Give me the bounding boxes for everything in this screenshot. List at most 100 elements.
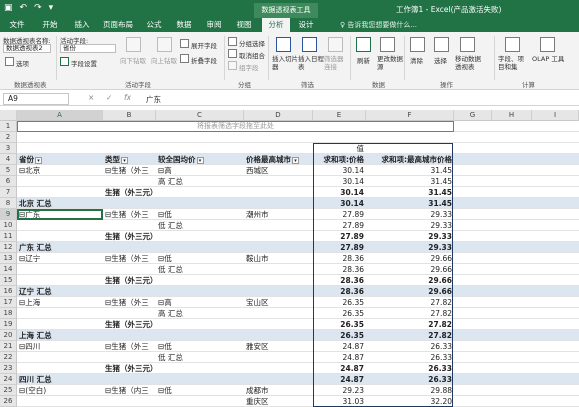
- move-pivottable-icon[interactable]: [460, 37, 475, 52]
- row-header[interactable]: 1: [0, 121, 17, 132]
- column-header-b[interactable]: B: [103, 110, 156, 121]
- clear-button[interactable]: 清除: [410, 55, 423, 65]
- cell-b[interactable]: 生猪（外三元）汇总: [103, 319, 156, 330]
- column-header-f[interactable]: F: [366, 110, 454, 121]
- cell-c[interactable]: 低 汇总: [156, 264, 244, 275]
- tab-review[interactable]: 审阅: [200, 18, 228, 32]
- row-header[interactable]: 2: [0, 132, 17, 143]
- cell-a[interactable]: 广东 汇总: [17, 242, 103, 253]
- row-header[interactable]: 8: [0, 198, 17, 209]
- tab-data[interactable]: 数据: [170, 18, 198, 32]
- collapse-field-button[interactable]: 折叠字段: [191, 55, 217, 65]
- insert-slicer-button[interactable]: 插入切片器: [272, 55, 298, 71]
- olap-tools-button[interactable]: OLAP 工具: [532, 55, 572, 63]
- filter-dropdown-icon[interactable]: ▾: [35, 156, 42, 164]
- ungroup-icon[interactable]: [228, 49, 237, 58]
- refresh-icon[interactable]: [356, 37, 371, 52]
- expand-field-icon[interactable]: [180, 39, 189, 48]
- name-box[interactable]: A9: [3, 93, 69, 105]
- customize-qat-icon[interactable]: ▾: [49, 3, 54, 13]
- cancel-icon[interactable]: ×: [88, 93, 94, 102]
- row-header[interactable]: 9: [0, 209, 17, 220]
- filter-dropdown-icon[interactable]: ▾: [121, 156, 128, 164]
- row-header[interactable]: 10: [0, 220, 17, 231]
- column-header-i[interactable]: I: [532, 110, 579, 121]
- cell-b[interactable]: 生猪（外三元）汇总: [103, 231, 156, 242]
- cell-a[interactable]: ⊟上海: [17, 297, 103, 308]
- formula-input[interactable]: 广东: [146, 94, 161, 105]
- column-header-d[interactable]: D: [244, 110, 313, 121]
- worksheet-grid[interactable]: A B C D E F G H I 1 将报表筛选字段拖至此处 2 3 值 4 省份 ▾ 类型 ▾…: [0, 110, 579, 407]
- column-header-e[interactable]: E: [313, 110, 366, 121]
- change-source-button[interactable]: 更改数据源: [377, 55, 403, 71]
- save-icon[interactable]: ▣: [4, 3, 13, 13]
- filter-dropdown-icon[interactable]: ▾: [292, 156, 299, 164]
- collapse-field-icon[interactable]: [180, 54, 189, 63]
- row-header[interactable]: 15: [0, 275, 17, 286]
- cell-b[interactable]: 生猪（外三元）汇总: [103, 187, 156, 198]
- row-header[interactable]: 18: [0, 308, 17, 319]
- select-icon[interactable]: [434, 37, 449, 52]
- cell-d[interactable]: 雅安区: [244, 341, 313, 352]
- fields-items-sets-icon[interactable]: [505, 37, 520, 52]
- row-header[interactable]: 11: [0, 231, 17, 242]
- cell-c[interactable]: ⊟高: [156, 165, 244, 176]
- tab-file[interactable]: 文件: [2, 18, 32, 32]
- cell-a[interactable]: ⊟(空白): [17, 385, 103, 396]
- cell-a[interactable]: 四川 汇总: [17, 374, 103, 385]
- tab-insert[interactable]: 插入: [68, 18, 96, 32]
- insert-slicer-icon[interactable]: [276, 37, 291, 52]
- cell-b[interactable]: 生猪（外三元）汇总: [103, 275, 156, 286]
- redo-icon[interactable]: ↷: [34, 3, 42, 13]
- cell-a[interactable]: ⊟辽宁: [17, 253, 103, 264]
- select-all-corner[interactable]: [0, 110, 17, 121]
- active-field-input[interactable]: 省份: [60, 44, 116, 53]
- cell-c[interactable]: ⊟低: [156, 253, 244, 264]
- change-source-icon[interactable]: [380, 37, 395, 52]
- field-settings-button[interactable]: 字段设置: [71, 58, 97, 68]
- cell-c[interactable]: 低 汇总: [156, 352, 244, 363]
- row-header[interactable]: 14: [0, 264, 17, 275]
- tab-formulas[interactable]: 公式: [140, 18, 168, 32]
- fx-icon[interactable]: fx: [124, 93, 131, 102]
- undo-icon[interactable]: ↶: [20, 3, 28, 13]
- cell-d[interactable]: 重庆区: [244, 396, 313, 407]
- cell-c[interactable]: 高 汇总: [156, 176, 244, 187]
- clear-icon[interactable]: [410, 37, 425, 52]
- expand-field-button[interactable]: 展开字段: [191, 40, 217, 50]
- row-header[interactable]: 5: [0, 165, 17, 176]
- row-header[interactable]: 7: [0, 187, 17, 198]
- cell-b[interactable]: ⊟生猪（外三: [103, 253, 156, 264]
- cell-a[interactable]: ⊟北京: [17, 165, 103, 176]
- row-header[interactable]: 6: [0, 176, 17, 187]
- cell-c[interactable]: ⊟低: [156, 385, 244, 396]
- row-header[interactable]: 26: [0, 396, 17, 407]
- cell-d[interactable]: 成都市: [244, 385, 313, 396]
- select-button[interactable]: 选择: [434, 55, 447, 65]
- pivottable-name-input[interactable]: 数据透视表2: [3, 44, 51, 53]
- tab-home[interactable]: 开始: [34, 18, 66, 32]
- tell-me-box[interactable]: ♀ 告诉我您想要做什么...: [340, 18, 417, 32]
- cell-b[interactable]: ⊟生猪（内三: [103, 385, 156, 396]
- row-header[interactable]: 3: [0, 143, 17, 154]
- row-header[interactable]: 12: [0, 242, 17, 253]
- tab-view[interactable]: 视图: [230, 18, 258, 32]
- cell-b[interactable]: 生猪（外三元）汇总: [103, 363, 156, 374]
- row-header[interactable]: 25: [0, 385, 17, 396]
- cell-b[interactable]: ⊟生猪（外三: [103, 341, 156, 352]
- insert-timeline-button[interactable]: 插入日程表: [298, 55, 324, 71]
- cell-b[interactable]: ⊟生猪（外三: [103, 165, 156, 176]
- insert-timeline-icon[interactable]: [302, 37, 317, 52]
- fields-items-sets-button[interactable]: 字段、项目和集: [498, 55, 528, 71]
- row-header[interactable]: 23: [0, 363, 17, 374]
- row-header[interactable]: 20: [0, 330, 17, 341]
- row-header[interactable]: 4: [0, 154, 17, 165]
- group-selection-icon[interactable]: [228, 37, 237, 46]
- cell-d[interactable]: 鞍山市: [244, 253, 313, 264]
- cell-d[interactable]: 宝山区: [244, 297, 313, 308]
- column-header-a[interactable]: A: [17, 110, 103, 121]
- filter-dropdown-icon[interactable]: ▾: [196, 156, 204, 164]
- options-icon[interactable]: [5, 57, 14, 66]
- tab-page-layout[interactable]: 页面布局: [98, 18, 138, 32]
- row-header[interactable]: 16: [0, 286, 17, 297]
